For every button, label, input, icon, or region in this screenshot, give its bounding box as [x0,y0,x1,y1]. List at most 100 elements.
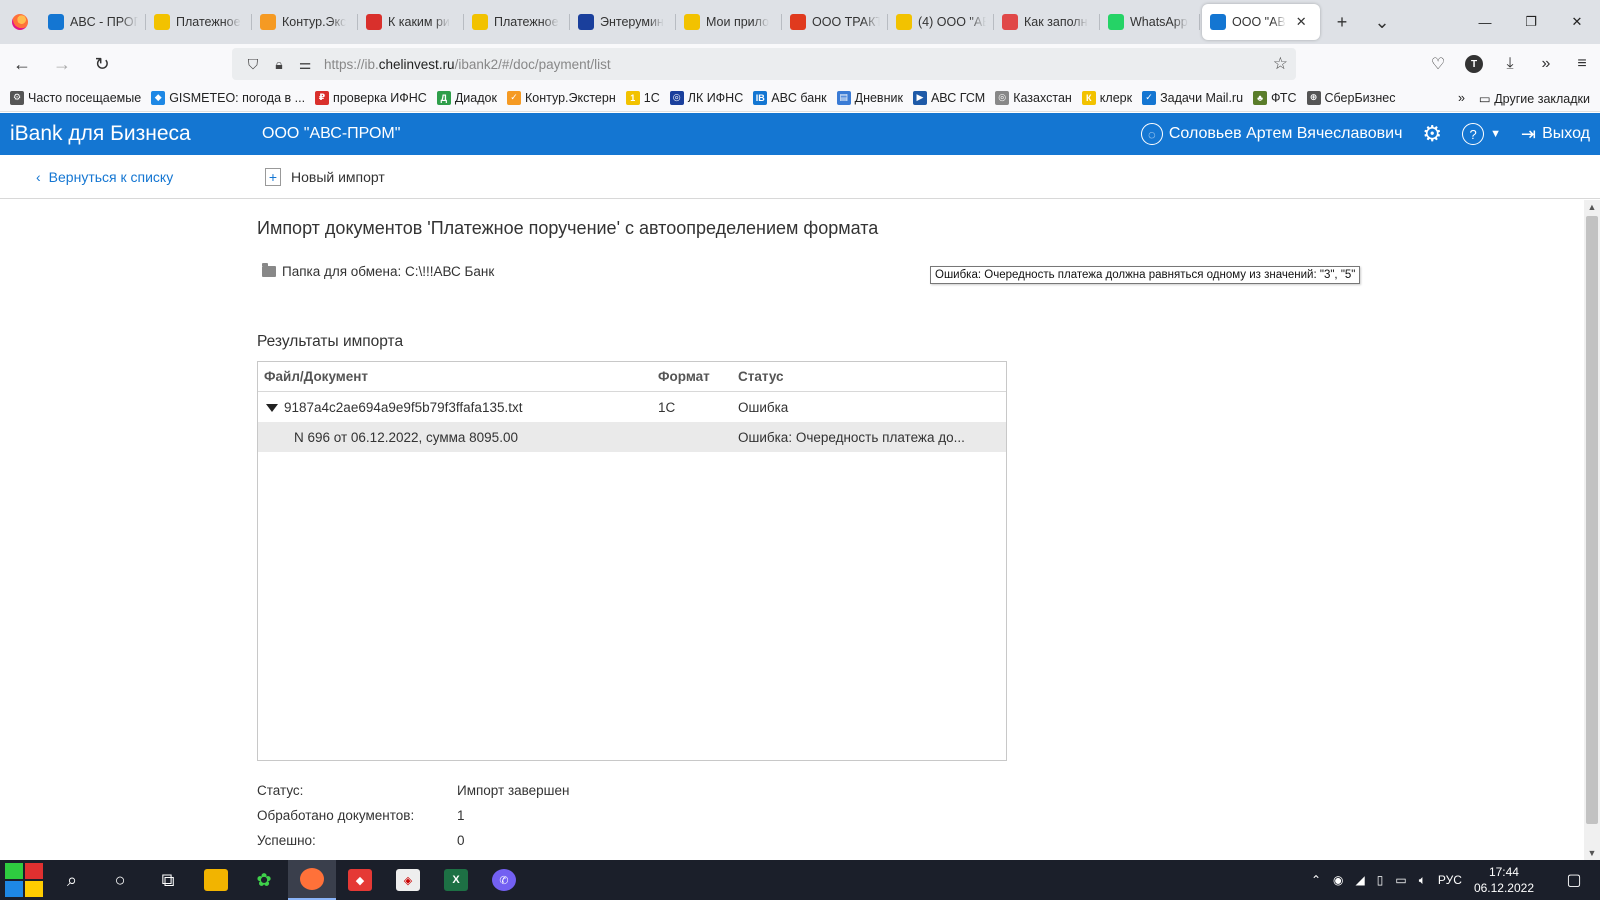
network-icon[interactable]: ◢ [1356,873,1365,887]
pin-icon [1002,14,1018,30]
browser-tab[interactable]: WhatsApp [1100,0,1200,44]
bookmark-item[interactable]: 1 1С [625,90,660,105]
user-menu[interactable]: ◌ Соловьев Артем Вячеславович [1140,123,1402,145]
bookmark-item[interactable]: ▶ АВС ГСМ [912,90,985,105]
new-import-button[interactable]: + Новый импорт [265,155,385,199]
table-row-file[interactable]: 9187a4c2ae694a9e9f5b79f3ffafa135.txt 1C … [258,392,1006,422]
viber-icon[interactable]: ✆ [480,860,528,900]
battery-icon[interactable]: ▭ [1395,873,1406,887]
camera-icon[interactable]: ◉ [1333,873,1343,887]
bookmark-item[interactable]: ✓ Задачи Mail.ru [1142,90,1243,105]
task-view-icon[interactable]: ⧉ [144,860,192,900]
pocket-icon[interactable]: ♡ [1420,54,1456,74]
browser-tab[interactable]: К каким ри [358,0,464,44]
bookmarks-overflow-icon[interactable]: » [1458,91,1465,105]
bookmark-item[interactable]: ⚙ Часто посещаемые [10,90,142,105]
bookmark-label: ЛК ИФНС [687,90,744,105]
reload-icon[interactable]: ↻ [84,48,120,80]
language-indicator[interactable]: РУС [1438,873,1462,887]
close-tab-icon[interactable]: ✕ [1296,14,1307,30]
file-explorer-icon[interactable] [192,860,240,900]
browser-tab[interactable]: (4) ООО "АЕ [888,0,994,44]
firefox-taskbar-icon[interactable] [288,860,336,900]
hamburger-menu-icon[interactable]: ≡ [1564,55,1600,73]
search-icon[interactable]: ⌕ [48,860,96,900]
bookmark-item[interactable]: Д Диадок [436,90,497,105]
page-scrollbar[interactable]: ▲ ▼ [1584,200,1600,860]
volume-icon[interactable]: 🔈︎ [1419,873,1426,888]
table-row-document[interactable]: N 696 от 06.12.2022, сумма 8095.00 Ошибк… [258,422,1006,452]
browser-tab[interactable]: Как заполн [994,0,1100,44]
bookmark-favicon-icon: ◆ [151,90,166,105]
back-arrow-icon[interactable]: ← [4,48,40,80]
bookmark-item[interactable]: ⊕ СберБизнес [1306,90,1395,105]
tab-list-button[interactable]: ⌄ [1362,0,1402,44]
browser-tab[interactable]: Контур.Экс [252,0,358,44]
logout-button[interactable]: ⇥ Выход [1521,124,1590,145]
firefox-menu-icon[interactable] [0,0,40,44]
exchange-folder-path: Папка для обмена: C:\!!!АВС Банк [282,264,495,279]
lock-icon[interactable]: 🔒︎ [266,56,292,73]
column-header-file[interactable]: Файл/Документ [258,369,658,384]
excel-icon[interactable]: X [432,860,480,900]
bookmark-favicon-icon: ⊕ [1306,90,1321,105]
address-bar[interactable]: ⛉ 🔒︎ ⚌ https://ib.chelinvest.ru/ibank2/#… [232,48,1296,80]
browser-tab[interactable]: ООО "АВ ✕ [1202,4,1320,40]
help-menu[interactable]: ? ▼ [1462,123,1501,145]
other-bookmarks-folder[interactable]: ▭ Другие закладки [1479,91,1590,106]
expand-triangle-icon[interactable] [266,403,278,412]
bookmark-item[interactable]: ♣ ФТС [1253,90,1297,105]
windows-taskbar: ⌕ ○ ⧉ ✿ ◆ ◈ X ✆ ⌃ ◉ ◢ ▯ ▭ 🔈︎ РУС 17:44 0… [0,860,1600,900]
other-bookmarks-label: Другие закладки [1494,91,1590,106]
bookmark-item[interactable]: ◎ ЛК ИФНС [669,90,744,105]
start-button[interactable] [0,860,48,900]
browser-tab[interactable]: Платежное [146,0,252,44]
forward-arrow-icon[interactable]: → [44,48,80,80]
contract-app-icon[interactable]: ◈ [384,860,432,900]
cortana-icon[interactable]: ○ [96,860,144,900]
browser-tab[interactable]: Энтерумин [570,0,676,44]
icq-icon[interactable]: ✿ [240,860,288,900]
bookmark-star-icon[interactable]: ☆ [1273,54,1288,74]
browser-tab[interactable]: ООО ТРАКТ [782,0,888,44]
usb-icon[interactable]: ▯ [1377,873,1384,887]
extensions-overflow-icon[interactable]: » [1528,55,1564,73]
downloads-icon[interactable]: ⤓ [1492,55,1528,73]
browser-tab[interactable]: ABC - ПРОГ [40,0,146,44]
bookmark-label: Диадок [454,90,497,105]
shield-icon[interactable]: ⛉ [240,56,266,73]
restore-icon[interactable]: ❐ [1508,0,1554,44]
bookmark-label: Часто посещаемые [28,90,142,105]
bookmark-item[interactable]: ✓ Контур.Экстерн [506,90,616,105]
browser-tab[interactable]: Мои прило [676,0,782,44]
new-tab-button[interactable]: + [1322,0,1362,44]
close-window-icon[interactable]: ✕ [1554,0,1600,44]
brand-logo[interactable]: iBank для Бизнеса [10,122,262,146]
column-header-format[interactable]: Формат [658,369,738,384]
column-header-status[interactable]: Статус [738,369,1006,384]
settings-gear-icon[interactable]: ⚙ [1422,121,1442,147]
minimize-icon[interactable]: — [1462,0,1508,44]
url-text[interactable]: https://ib.chelinvest.ru/ibank2/#/doc/pa… [324,57,611,72]
scroll-up-icon[interactable]: ▲ [1584,200,1600,214]
bookmark-item[interactable]: ▤ Дневник [836,90,903,105]
tray-overflow-icon[interactable]: ⌃ [1311,873,1321,887]
permissions-icon[interactable]: ⚌ [292,56,318,73]
scroll-thumb[interactable] [1586,216,1598,824]
1c-icon [896,14,912,30]
anydesk-icon[interactable]: ◆ [336,860,384,900]
browser-tab[interactable]: Платежное [464,0,570,44]
scroll-down-icon[interactable]: ▼ [1584,846,1600,860]
bookmark-item[interactable]: ₽ проверка ИФНС [315,90,427,105]
bookmark-item[interactable]: Кклерк [1081,90,1132,105]
bookmark-item[interactable]: ◎ Казахстан [995,90,1072,105]
bookmark-label: проверка ИФНС [333,90,427,105]
organization-name[interactable]: ООО "АВС-ПРОМ" [262,125,400,143]
profile-avatar[interactable]: T [1465,55,1483,73]
back-to-list-link[interactable]: ‹ Вернуться к списку [36,169,173,185]
clock[interactable]: 17:44 06.12.2022 [1474,864,1534,896]
bookmark-item[interactable]: ◆ GISMETEO: погода в ... [151,90,305,105]
bookmark-item[interactable]: IB ABC банк [753,90,827,105]
notifications-icon[interactable]: ▢ [1554,870,1594,890]
status-value: Импорт завершен [457,783,570,798]
